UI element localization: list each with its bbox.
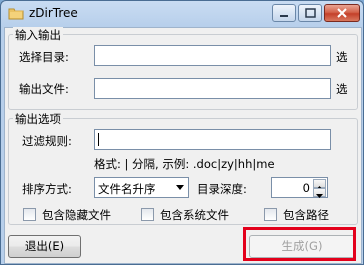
include-path-checkbox[interactable] [264, 208, 277, 221]
include-hidden-label[interactable]: 包含隐藏文件 [42, 207, 111, 223]
depth-increment-button[interactable] [313, 179, 326, 190]
output-file-browse-button[interactable]: 选 [336, 81, 348, 97]
output-file-label: 输出文件: [19, 82, 69, 96]
text-caret [98, 133, 99, 146]
select-dir-browse-button[interactable]: 选 [336, 49, 348, 65]
filter-input[interactable] [94, 129, 331, 150]
chevron-down-icon [176, 185, 184, 190]
folder-tree-app-icon [8, 8, 24, 20]
include-hidden-checkbox[interactable] [23, 208, 36, 221]
maximize-icon [305, 8, 316, 18]
title-bar[interactable]: zDirTree [1, 1, 363, 27]
window-title: zDirTree [29, 6, 78, 20]
io-group-title: 输入输出 [13, 27, 63, 43]
close-button[interactable] [324, 4, 360, 22]
sort-label: 排序方式: [22, 182, 72, 196]
arrow-down-icon [316, 194, 323, 198]
format-hint: 格式: | 分隔, 示例: .doc|zy|hh|me [94, 157, 275, 171]
exit-button[interactable]: 退出(E) [8, 235, 81, 258]
app-window: zDirTree 输入输出 选择目录: 选 输出文件: 选 输出选项 过滤规则:… [0, 0, 364, 265]
include-system-label[interactable]: 包含系统文件 [160, 207, 229, 223]
minimize-icon [280, 15, 288, 17]
include-path-label[interactable]: 包含路径 [283, 207, 329, 223]
minimize-button[interactable] [272, 4, 296, 22]
maximize-button[interactable] [298, 4, 322, 22]
depth-label: 目录深度: [197, 182, 247, 196]
io-groupbox: 输入输出 选择目录: 选 输出文件: 选 [8, 27, 358, 110]
output-file-input[interactable] [94, 78, 331, 99]
red-highlight-box [243, 227, 356, 261]
depth-decrement-button[interactable] [313, 188, 326, 198]
depth-spinner[interactable]: 0 [271, 177, 328, 198]
select-dir-label: 选择目录: [19, 50, 69, 64]
sort-select-value: 文件名升序 [98, 182, 156, 196]
close-icon [337, 8, 347, 18]
include-system-checkbox[interactable] [141, 208, 154, 221]
options-groupbox: 输出选项 过滤规则: 格式: | 分隔, 示例: .doc|zy|hh|me 排… [8, 111, 358, 225]
depth-value: 0 [302, 181, 310, 195]
filter-label: 过滤规则: [22, 134, 72, 148]
options-group-title: 输出选项 [13, 111, 63, 127]
sort-select[interactable]: 文件名升序 [94, 177, 189, 198]
select-dir-input[interactable] [94, 45, 331, 66]
